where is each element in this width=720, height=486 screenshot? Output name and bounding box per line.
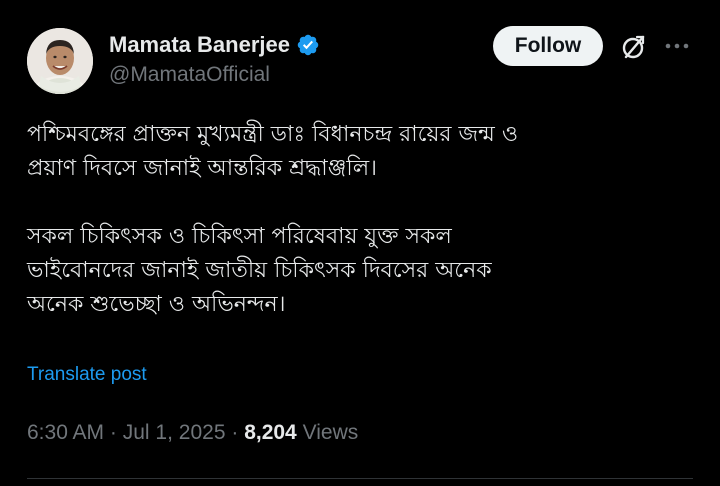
meta-separator: · <box>231 421 239 444</box>
translate-post-link[interactable]: Translate post <box>27 364 147 386</box>
follow-button[interactable]: Follow <box>493 26 603 66</box>
author-display-name[interactable]: Mamata Banerjee <box>109 32 290 58</box>
views-label: Views <box>302 421 359 444</box>
post-card: Mamata Banerjee @MamataOfficial Follow প… <box>0 0 720 486</box>
views-count: 8,204 <box>244 421 297 444</box>
post-date[interactable]: Jul 1, 2025 <box>123 421 226 444</box>
post-meta: 6:30 AM · Jul 1, 2025 · 8,204 Views <box>27 421 358 445</box>
verified-badge-icon <box>297 34 319 56</box>
divider <box>27 478 693 479</box>
author-handle[interactable]: @MamataOfficial <box>109 63 270 87</box>
more-horizontal-icon[interactable] <box>663 34 691 58</box>
meta-separator: · <box>109 421 117 444</box>
post-paragraph: সকল চিকিৎসক ও চিকিৎসা পরিষেবায় যুক্ত সক… <box>27 224 492 317</box>
author-name-row: Mamata Banerjee <box>109 30 320 60</box>
avatar-image <box>27 28 93 94</box>
grok-icon[interactable] <box>620 33 648 61</box>
avatar[interactable] <box>27 28 93 94</box>
post-paragraph: পশ্চিমবঙ্গের প্রাক্তন মুখ্যমন্ত্রী ডাঃ ব… <box>27 122 519 181</box>
post-text: পশ্চিমবঙ্গের প্রাক্তন মুখ্যমন্ত্রী ডাঃ ব… <box>27 118 697 322</box>
post-time[interactable]: 6:30 AM <box>27 421 104 444</box>
